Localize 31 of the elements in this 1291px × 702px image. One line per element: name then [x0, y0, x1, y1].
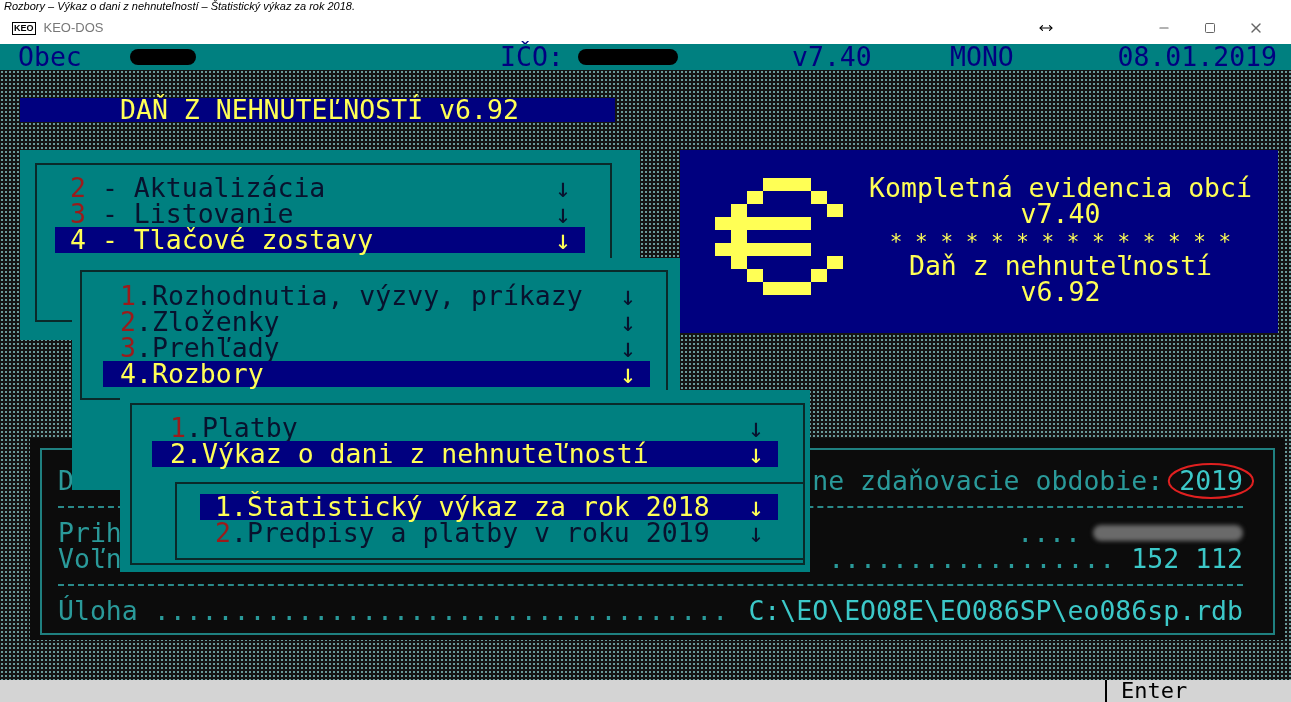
- menu-item[interactable]: 4.Rozbory ↓: [103, 361, 650, 387]
- menu-item[interactable]: 2.Výkaz o dani z nehnuteľností ↓: [152, 441, 778, 467]
- version-text: v7.40: [792, 44, 873, 70]
- menu-item[interactable]: 1.Platby ↓: [152, 415, 778, 441]
- menu-item[interactable]: 3 - Listovanie ↓: [55, 201, 585, 227]
- splash-text: v6.92: [1020, 279, 1101, 305]
- app-icon: KEO: [12, 21, 36, 35]
- maximize-icon: [1204, 22, 1216, 34]
- menu-item[interactable]: 2 - Aktualizácia ↓: [55, 175, 585, 201]
- info-label: Voľn: [58, 546, 122, 572]
- info-dots: ne zdaňovacie obdobie:: [812, 468, 1164, 494]
- info-label: D: [58, 468, 74, 494]
- splash-text: Daň z nehnuteľností: [908, 253, 1213, 279]
- date-text: 08.01.2019: [1117, 44, 1278, 70]
- info-value: 2019: [1179, 468, 1243, 494]
- mode-text: MONO: [950, 44, 1014, 70]
- info-dots: ..................: [828, 546, 1116, 572]
- window-title: KEO-DOS: [43, 19, 104, 38]
- info-value: 152 112: [1131, 546, 1243, 572]
- splash-text: v7.40: [1020, 201, 1101, 227]
- splash-text: Kompletná evidencia obcí: [869, 175, 1252, 201]
- info-label: Prih: [58, 520, 122, 546]
- euro-logo-icon: [715, 178, 843, 295]
- info-value: C:\EO\EO08E\EO086SP\eo086sp.rdb: [748, 598, 1243, 624]
- menu-item[interactable]: 1.Rozhodnutia, výzvy, príkazy ↓: [103, 283, 650, 309]
- menu-item[interactable]: 4 - Tlačové zostavy ↓: [55, 227, 585, 253]
- key-hint: Enter: [1105, 680, 1291, 702]
- splash-text: * * * * * * * * * * * * * *: [889, 229, 1232, 253]
- caption: Rozbory – Výkaz o dani z nehnuteľností – Štatistický výkaz za rok 2018.: [3, 0, 356, 12]
- municipality-label: Obec: [18, 44, 82, 70]
- info-dots: ....: [1017, 520, 1081, 546]
